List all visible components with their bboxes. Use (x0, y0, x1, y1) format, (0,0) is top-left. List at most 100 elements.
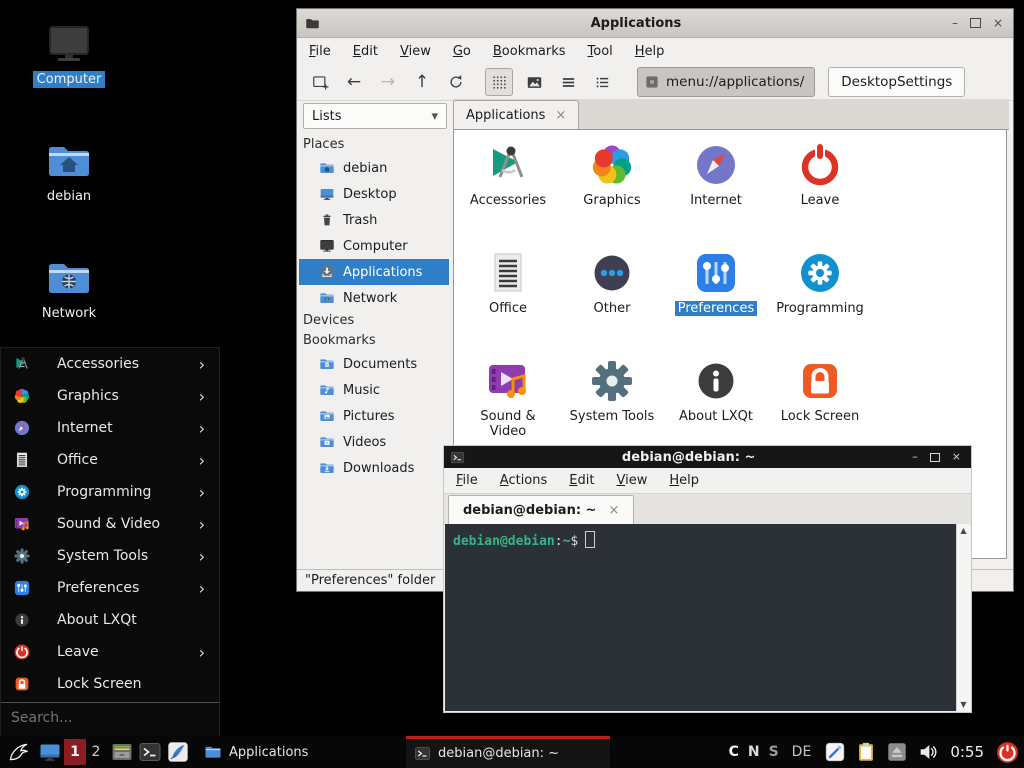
workspace-1-button[interactable]: 1 (64, 739, 86, 765)
menu-item-accessories[interactable]: Accessories › (1, 348, 219, 380)
grid-item-preferences[interactable]: Preferences (664, 244, 768, 352)
workspace-2-button[interactable]: 2 (88, 739, 104, 765)
grid-item-system-tools[interactable]: System Tools (560, 352, 664, 460)
tab-close-icon[interactable]: × (555, 108, 566, 123)
menu-item-about-lxqt[interactable]: About LXQt (1, 604, 219, 636)
quicklaunch-file-manager[interactable] (110, 740, 134, 764)
quicklaunch-terminal[interactable] (138, 740, 162, 764)
maximize-icon[interactable] (930, 453, 940, 462)
sidebar-item-network[interactable]: Network (299, 285, 449, 311)
close-icon[interactable]: × (952, 451, 961, 463)
menu-item-preferences[interactable]: Preferences › (1, 572, 219, 604)
search-input[interactable] (1, 709, 203, 727)
grid-item-about-lxqt[interactable]: About LXQt (664, 352, 768, 460)
file-manager-icon (110, 740, 134, 764)
caps-lock-indicator[interactable]: C (729, 744, 739, 760)
sidebar-item-home[interactable]: debian (299, 155, 449, 181)
sidebar-item-pictures[interactable]: Pictures (299, 403, 449, 429)
close-icon[interactable]: × (993, 17, 1003, 29)
terminal-tab[interactable]: debian@debian: ~ × (448, 495, 634, 524)
grid-item-office[interactable]: Office (456, 244, 560, 352)
up-button[interactable]: ↑ (409, 69, 435, 95)
new-tab-button[interactable] (307, 69, 333, 95)
show-desktop-button[interactable] (38, 740, 62, 764)
minimize-icon[interactable]: – (912, 451, 918, 463)
menu-item-internet[interactable]: Internet › (1, 412, 219, 444)
maximize-icon[interactable] (970, 18, 981, 28)
menu-item-graphics[interactable]: Graphics › (1, 380, 219, 412)
menu-file[interactable]: File (456, 473, 478, 488)
terminal-titlebar[interactable]: debian@debian: ~ – × (444, 446, 971, 468)
task-button-applications[interactable]: Applications (196, 736, 404, 768)
menu-tool[interactable]: Tool (588, 44, 613, 59)
sidebar-item-documents[interactable]: Documents (299, 351, 449, 377)
grid-item-internet[interactable]: Internet (664, 136, 768, 244)
menu-help[interactable]: Help (669, 473, 699, 488)
menu-item-lock-screen[interactable]: Lock Screen (1, 668, 219, 700)
removable-media-icon[interactable] (886, 741, 908, 763)
sidebar-item-music[interactable]: Music (299, 377, 449, 403)
scroll-down-icon[interactable]: ▼ (960, 700, 966, 709)
menu-item-leave[interactable]: Leave › (1, 636, 219, 668)
menu-item-programming[interactable]: Programming › (1, 476, 219, 508)
quicklaunch-featherpad[interactable] (166, 740, 190, 764)
fm-titlebar[interactable]: Applications – × (297, 9, 1013, 38)
menu-bookmarks[interactable]: Bookmarks (493, 44, 566, 59)
clipboard-tray-icon[interactable] (855, 741, 877, 763)
menu-file[interactable]: File (309, 44, 331, 59)
volume-icon[interactable] (917, 741, 939, 763)
compact-view-button[interactable] (589, 69, 615, 95)
desktop-icon-home[interactable]: debian (21, 137, 117, 205)
grid-item-leave[interactable]: Leave (768, 136, 872, 244)
menu-view[interactable]: View (616, 473, 647, 488)
scroll-lock-indicator[interactable]: S (769, 744, 779, 760)
sidebar-item-trash[interactable]: Trash (299, 207, 449, 233)
grid-item-sound-video[interactable]: Sound & Video (456, 352, 560, 460)
start-menu-button[interactable] (4, 738, 32, 766)
sidebar-item-videos[interactable]: Videos (299, 429, 449, 455)
tab-label: debian@debian: ~ (463, 503, 596, 518)
task-button-terminal[interactable]: debian@debian: ~ (406, 736, 610, 768)
desktop-icon-network[interactable]: Network (21, 254, 117, 322)
power-button-icon[interactable] (995, 740, 1020, 765)
grid-item-other[interactable]: Other (560, 244, 664, 352)
icon-view-button[interactable] (485, 68, 513, 96)
grid-item-accessories[interactable]: Accessories (456, 136, 560, 244)
combo-value: Lists (312, 109, 431, 124)
menu-view[interactable]: View (400, 44, 431, 59)
back-button[interactable]: ← (341, 69, 367, 95)
sidebar-mode-combo[interactable]: Lists ▾ (303, 103, 447, 129)
detailed-list-button[interactable] (555, 69, 581, 95)
desktop-icon-computer[interactable]: Computer (21, 20, 117, 88)
sidebar-item-computer[interactable]: Computer (299, 233, 449, 259)
sidebar-item-downloads[interactable]: Downloads (299, 455, 449, 481)
menu-help[interactable]: Help (635, 44, 665, 59)
menu-go[interactable]: Go (453, 44, 471, 59)
menu-item-system-tools[interactable]: System Tools › (1, 540, 219, 572)
keyboard-layout-indicator[interactable]: DE (792, 744, 812, 760)
screenshot-tray-icon[interactable] (824, 741, 846, 763)
menu-edit[interactable]: Edit (353, 44, 378, 59)
path-button-desktopsettings[interactable]: DesktopSettings (828, 67, 965, 97)
reload-button[interactable] (443, 69, 469, 95)
menu-edit[interactable]: Edit (569, 473, 594, 488)
num-lock-indicator[interactable]: N (748, 744, 760, 760)
sidebar-item-applications[interactable]: Applications (299, 259, 449, 285)
terminal-scrollbar[interactable]: ▲ ▼ (956, 524, 970, 711)
clock[interactable]: 0:55 (950, 743, 984, 761)
grid-item-graphics[interactable]: Graphics (560, 136, 664, 244)
fm-tab-applications[interactable]: Applications × (453, 100, 579, 129)
path-bar[interactable]: menu://applications/ (637, 67, 815, 97)
terminal-screen[interactable]: debian@debian:~$ (445, 524, 956, 711)
grid-item-lock-screen[interactable]: Lock Screen (768, 352, 872, 460)
grid-item-programming[interactable]: Programming (768, 244, 872, 352)
menu-item-sound-video[interactable]: Sound & Video › (1, 508, 219, 540)
sidebar-item-desktop[interactable]: Desktop (299, 181, 449, 207)
menu-actions[interactable]: Actions (500, 473, 548, 488)
tab-close-icon[interactable]: × (608, 503, 619, 518)
scroll-up-icon[interactable]: ▲ (960, 526, 966, 535)
minimize-icon[interactable]: – (952, 17, 958, 29)
forward-button[interactable]: → (375, 69, 401, 95)
thumbnail-view-button[interactable] (521, 69, 547, 95)
menu-item-office[interactable]: Office › (1, 444, 219, 476)
